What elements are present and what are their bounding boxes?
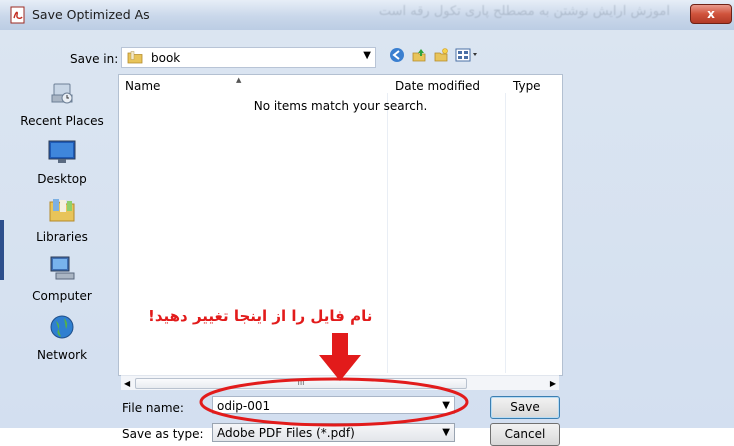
title-bar: Save Optimized As آموزش آرایش نوشتن به م… [0, 0, 734, 31]
column-header-name[interactable]: Name [125, 79, 160, 93]
column-divider [387, 93, 388, 373]
column-header-type[interactable]: Type [513, 79, 541, 93]
save-in-dropdown[interactable]: book ▼ [121, 47, 376, 68]
pdf-icon [10, 6, 25, 24]
chevron-down-icon: ▼ [363, 50, 371, 61]
save-as-type-value: Adobe PDF Files (*.pdf) [217, 426, 355, 440]
place-recent-places[interactable]: Recent Places [8, 80, 116, 128]
save-in-value: book [151, 50, 181, 65]
window-title: Save Optimized As [32, 7, 150, 22]
folder-icon [127, 51, 143, 64]
toolbar-icons [389, 47, 479, 63]
sort-arrow-icon: ▲ [236, 76, 242, 84]
place-label: Computer [32, 289, 92, 303]
up-folder-icon[interactable] [411, 47, 427, 63]
recent-places-icon [51, 83, 73, 104]
column-header-date-modified[interactable]: Date modified [395, 79, 480, 93]
annotation-ellipse [199, 377, 469, 427]
place-label: Recent Places [20, 114, 104, 128]
place-label: Desktop [37, 172, 87, 186]
place-computer[interactable]: Computer [8, 255, 116, 303]
cancel-button[interactable]: Cancel [490, 423, 560, 446]
place-label: Libraries [36, 230, 88, 244]
column-divider [505, 93, 506, 373]
place-desktop[interactable]: Desktop [8, 138, 116, 186]
network-icon [50, 315, 74, 339]
scroll-right-icon[interactable]: ▶ [550, 379, 556, 388]
empty-message: No items match your search. [253, 99, 428, 113]
back-icon[interactable] [389, 47, 405, 63]
desktop-icon [48, 140, 76, 163]
save-button[interactable]: Save [490, 396, 560, 419]
window-edge [0, 220, 4, 280]
new-folder-icon[interactable] [433, 47, 449, 63]
place-network[interactable]: Network [8, 314, 116, 362]
view-menu-icon[interactable] [455, 47, 479, 63]
computer-icon [50, 256, 75, 280]
save-in-label: Save in: [70, 52, 119, 66]
annotation-text: نام فایل را از اینجا تغییر دهید! [148, 307, 373, 325]
close-icon: x [707, 7, 715, 21]
places-bar: Recent Places Desktop Libraries Computer… [8, 74, 116, 419]
scroll-left-icon[interactable]: ◀ [124, 379, 130, 388]
title-watermark: آموزش آرایش نوشتن به مصطلح پاری تکول رقه… [378, 4, 670, 19]
file-name-label: File name: [122, 401, 184, 415]
place-label: Network [36, 348, 88, 362]
libraries-icon [49, 199, 75, 222]
place-libraries[interactable]: Libraries [8, 196, 116, 244]
close-button[interactable]: x [690, 4, 732, 24]
save-dialog: Save in: book ▼ Recent Places Desktop Li… [0, 30, 734, 446]
save-as-type-label: Save as type: [122, 427, 204, 441]
